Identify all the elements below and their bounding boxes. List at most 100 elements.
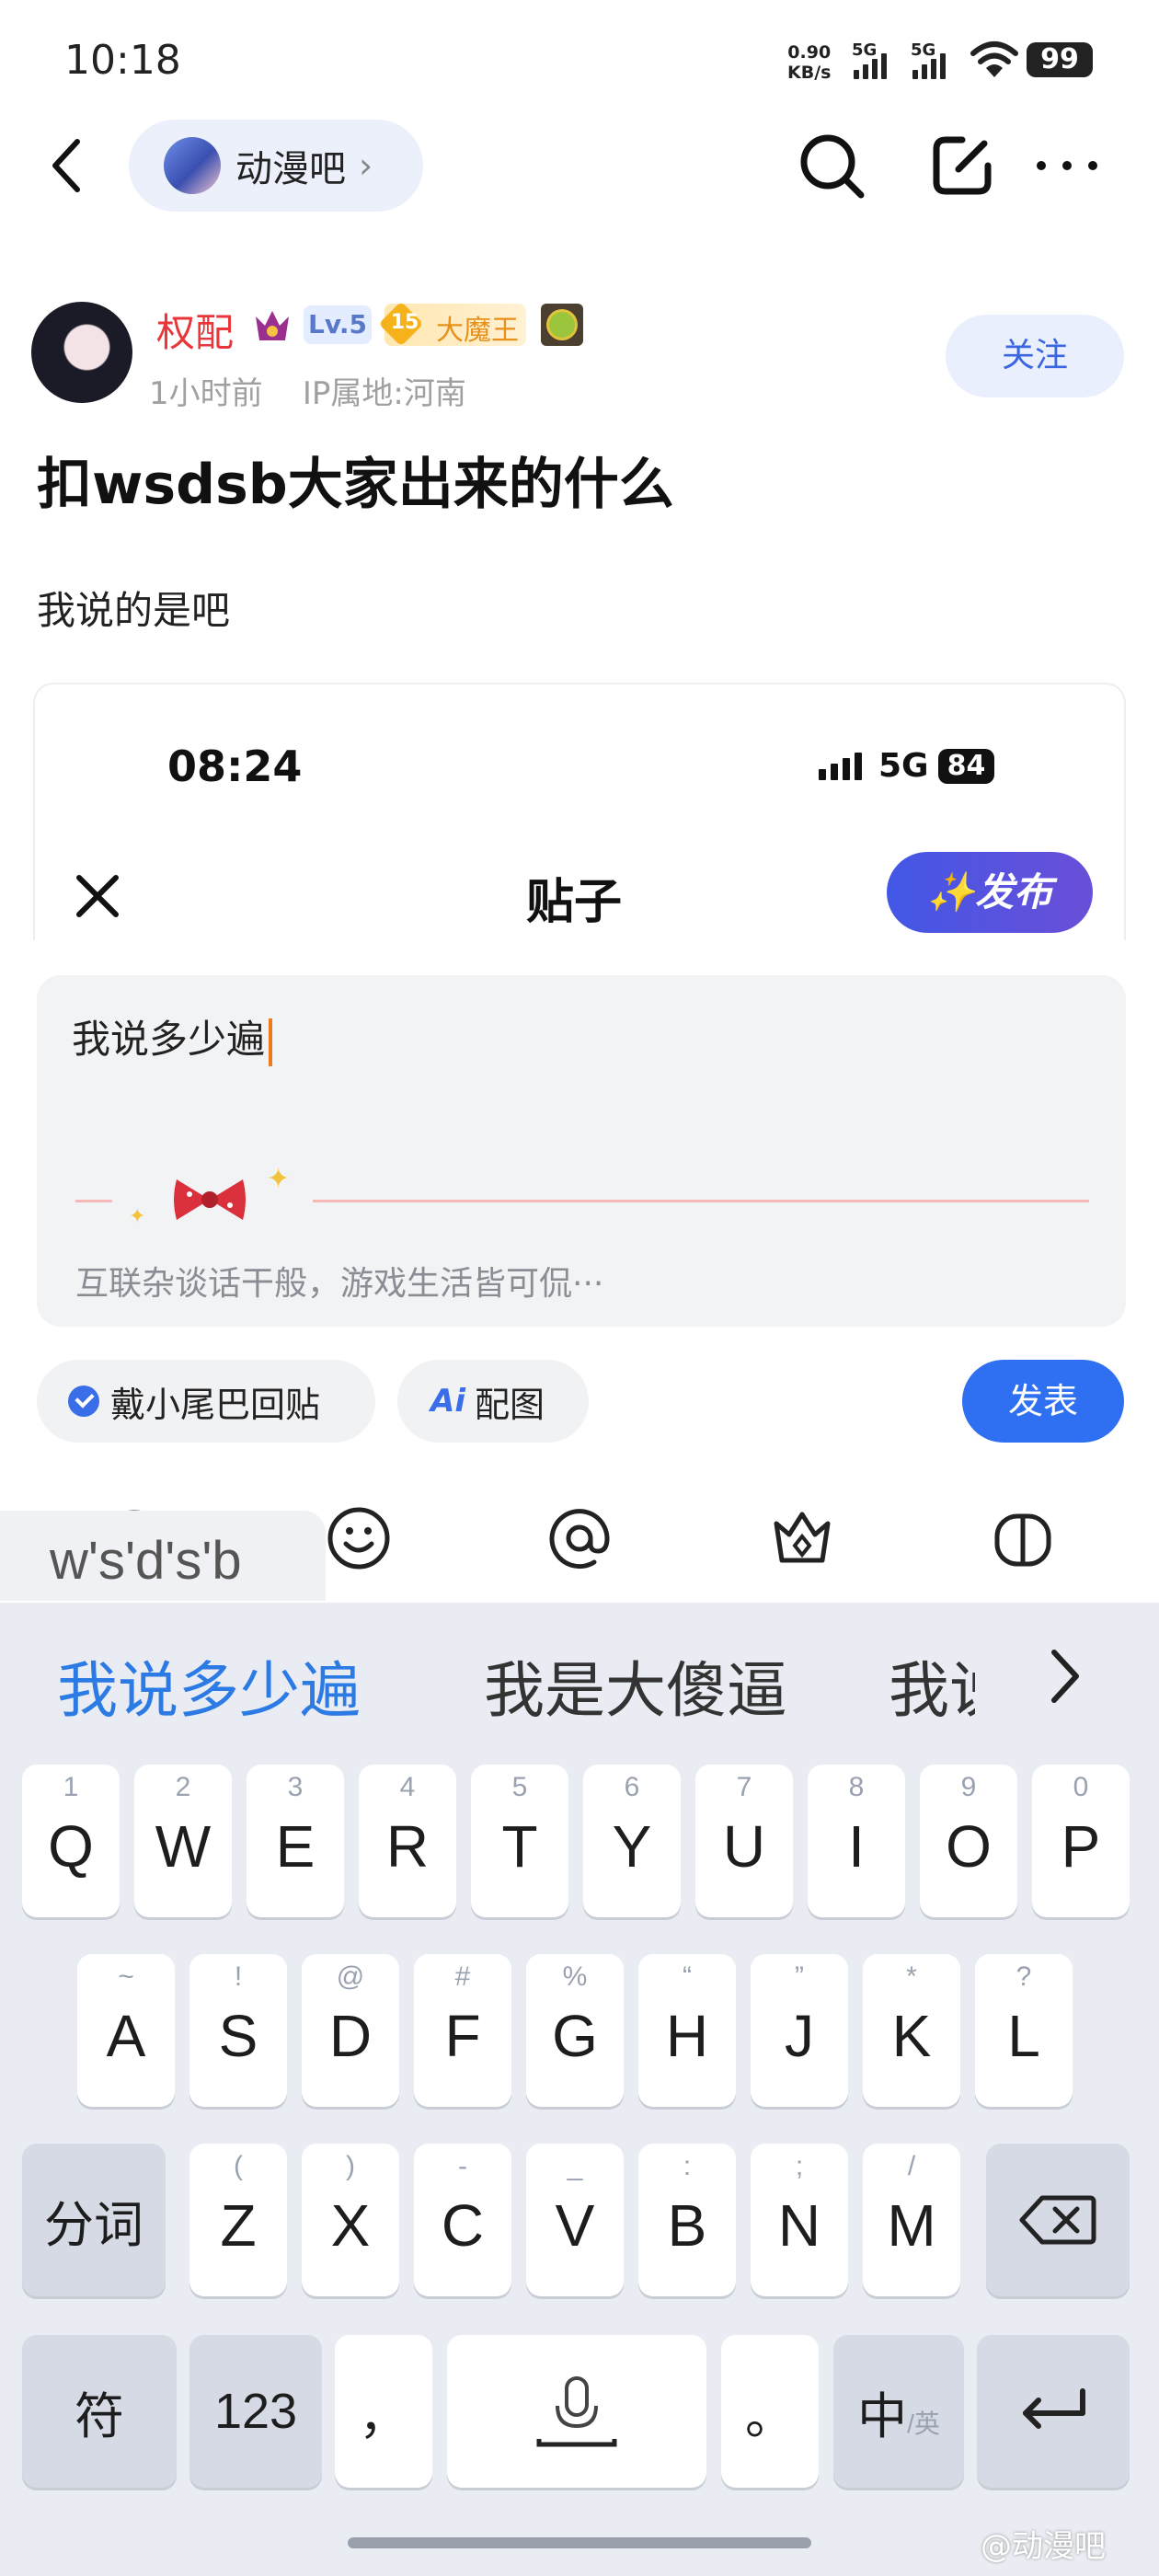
key-v[interactable]: _ V bbox=[526, 2144, 624, 2296]
post-image[interactable]: 08:24 5G 84 贴子 ✨发布 bbox=[33, 683, 1126, 940]
key-d[interactable]: @ D bbox=[302, 1954, 399, 2107]
embed-network-label: 5G bbox=[878, 747, 929, 785]
key-o[interactable]: 9O bbox=[920, 1765, 1017, 1917]
key-label: Z bbox=[220, 2192, 257, 2259]
key-j[interactable]: ” J bbox=[751, 1954, 848, 2107]
decor-line bbox=[75, 1200, 112, 1202]
edit-icon[interactable] bbox=[925, 129, 999, 202]
key-h[interactable]: “H bbox=[638, 1954, 736, 2107]
key-l[interactable]: ? L bbox=[975, 1954, 1073, 2107]
key-u[interactable]: 7U bbox=[695, 1765, 793, 1917]
ime-candidate[interactable]: 我说 bbox=[889, 1641, 975, 1719]
language-key[interactable]: 中/英 bbox=[833, 2335, 964, 2488]
key-label: O bbox=[946, 1813, 992, 1880]
tail-toggle-chip[interactable]: 戴小尾巴回贴 bbox=[37, 1360, 375, 1443]
segment-key-label: 分词 bbox=[44, 2197, 143, 2253]
key-n[interactable]: ; N bbox=[751, 2144, 848, 2296]
key-w[interactable]: 2W bbox=[134, 1765, 232, 1917]
watermark: @动漫吧 bbox=[981, 2528, 1106, 2565]
key-a[interactable]: ~ A bbox=[77, 1954, 175, 2107]
reply-input-box[interactable]: 我说多少遍 ✦ ✦ 互联杂谈话干般，游戏生活皆可侃··· bbox=[37, 975, 1126, 1327]
crown-icon[interactable] bbox=[767, 1503, 837, 1573]
backspace-key[interactable] bbox=[986, 2144, 1130, 2296]
title-level: 15 bbox=[390, 311, 419, 334]
key-x[interactable]: ) X bbox=[302, 2144, 399, 2296]
key-m[interactable]: / M bbox=[863, 2144, 960, 2296]
key-e[interactable]: 3E bbox=[247, 1765, 344, 1917]
key-secondary-label: “ bbox=[683, 1961, 692, 1992]
more-icon[interactable] bbox=[1030, 129, 1104, 202]
key-i[interactable]: 8I bbox=[808, 1765, 905, 1917]
home-indicator[interactable] bbox=[348, 2537, 811, 2548]
network-speed: 0.90 KB/s bbox=[787, 42, 831, 83]
key-secondary-label: ~ bbox=[118, 1961, 134, 1992]
ime-keyboard: 我说多少遍 我是大傻逼 我说 1Q 2W 3E 4R 5T 6Y 7U 8I 9… bbox=[0, 1603, 1159, 2576]
key-y[interactable]: 6Y bbox=[583, 1765, 681, 1917]
key-label: K bbox=[891, 2003, 932, 2069]
emoji-icon[interactable] bbox=[324, 1503, 394, 1573]
author-avatar[interactable] bbox=[31, 302, 132, 403]
network-speed-value: 0.90 bbox=[787, 42, 832, 63]
reply-hint: 互联杂谈话干般，游戏生活皆可侃··· bbox=[75, 1265, 604, 1303]
key-z[interactable]: (Z bbox=[189, 2144, 287, 2296]
key-label: W bbox=[155, 1813, 212, 1880]
key-b[interactable]: :B bbox=[638, 2144, 736, 2296]
key-g[interactable]: % G bbox=[526, 1954, 624, 2107]
key-label: Y bbox=[612, 1813, 652, 1880]
key-label: N bbox=[777, 2192, 821, 2259]
period-key[interactable]: 。 bbox=[721, 2335, 819, 2488]
reply-input[interactable]: 我说多少遍 bbox=[72, 1008, 273, 1066]
segment-key[interactable]: 分词 bbox=[22, 2144, 166, 2296]
key-secondary-label: ( bbox=[234, 2151, 243, 2181]
back-icon[interactable] bbox=[48, 136, 85, 195]
space-key[interactable] bbox=[447, 2335, 706, 2488]
key-t[interactable]: 5T bbox=[471, 1765, 568, 1917]
wifi-icon bbox=[970, 41, 1018, 77]
key-r[interactable]: 4R bbox=[359, 1765, 456, 1917]
key-secondary-label: # bbox=[454, 1961, 471, 1992]
chevron-right-icon[interactable] bbox=[1041, 1643, 1089, 1709]
tail-chip-label: 戴小尾巴回贴 bbox=[110, 1384, 321, 1425]
number-key[interactable]: 123 bbox=[189, 2335, 322, 2488]
reply-text: 我说多少遍 bbox=[72, 1017, 266, 1062]
key-k[interactable]: * K bbox=[863, 1954, 960, 2107]
comma-key[interactable]: ， bbox=[335, 2335, 432, 2488]
language-key-sub: /英 bbox=[907, 2409, 940, 2438]
author-name[interactable]: 权配 bbox=[156, 302, 234, 358]
key-p[interactable]: 0P bbox=[1032, 1765, 1130, 1917]
symbol-key[interactable]: 符 bbox=[22, 2335, 177, 2488]
picture-chip[interactable]: Ai 配图 bbox=[397, 1360, 589, 1443]
search-icon[interactable] bbox=[795, 129, 868, 202]
embed-signal-icon bbox=[819, 752, 862, 780]
check-icon bbox=[68, 1386, 99, 1417]
key-secondary-label: 7 bbox=[736, 1772, 752, 1802]
key-label: D bbox=[328, 2003, 373, 2069]
key-label: B bbox=[667, 2192, 707, 2259]
embed-battery: 84 bbox=[937, 748, 995, 784]
key-label: U bbox=[722, 1813, 766, 1880]
forum-name: 动漫吧 bbox=[235, 148, 346, 190]
gift-icon[interactable] bbox=[988, 1503, 1058, 1573]
ime-candidate[interactable]: 我说多少遍 bbox=[57, 1641, 361, 1730]
forum-pill[interactable]: 动漫吧 › bbox=[129, 120, 423, 212]
send-button[interactable]: 发表 bbox=[962, 1360, 1124, 1443]
key-secondary-label: 6 bbox=[624, 1772, 640, 1802]
text-caret bbox=[269, 1018, 273, 1066]
enter-key[interactable] bbox=[977, 2335, 1130, 2488]
key-label: I bbox=[848, 1813, 865, 1880]
ime-candidate[interactable]: 我是大傻逼 bbox=[484, 1641, 787, 1730]
key-secondary-label: ; bbox=[795, 2151, 804, 2181]
key-s[interactable]: ! S bbox=[189, 1954, 287, 2107]
key-f[interactable]: # F bbox=[414, 1954, 511, 2107]
key-c[interactable]: -C bbox=[414, 2144, 511, 2296]
picture-chip-label: 配图 bbox=[474, 1384, 545, 1425]
follow-button[interactable]: 关注 bbox=[946, 315, 1124, 397]
microphone-icon bbox=[536, 2376, 617, 2447]
at-icon[interactable] bbox=[545, 1503, 614, 1573]
enter-icon bbox=[1023, 2388, 1085, 2429]
key-secondary-label: ! bbox=[234, 1961, 243, 1992]
key-q[interactable]: 1Q bbox=[22, 1765, 120, 1917]
embed-status-time: 08:24 bbox=[167, 742, 303, 791]
key-label: A bbox=[106, 2003, 146, 2069]
key-label: T bbox=[501, 1813, 538, 1880]
